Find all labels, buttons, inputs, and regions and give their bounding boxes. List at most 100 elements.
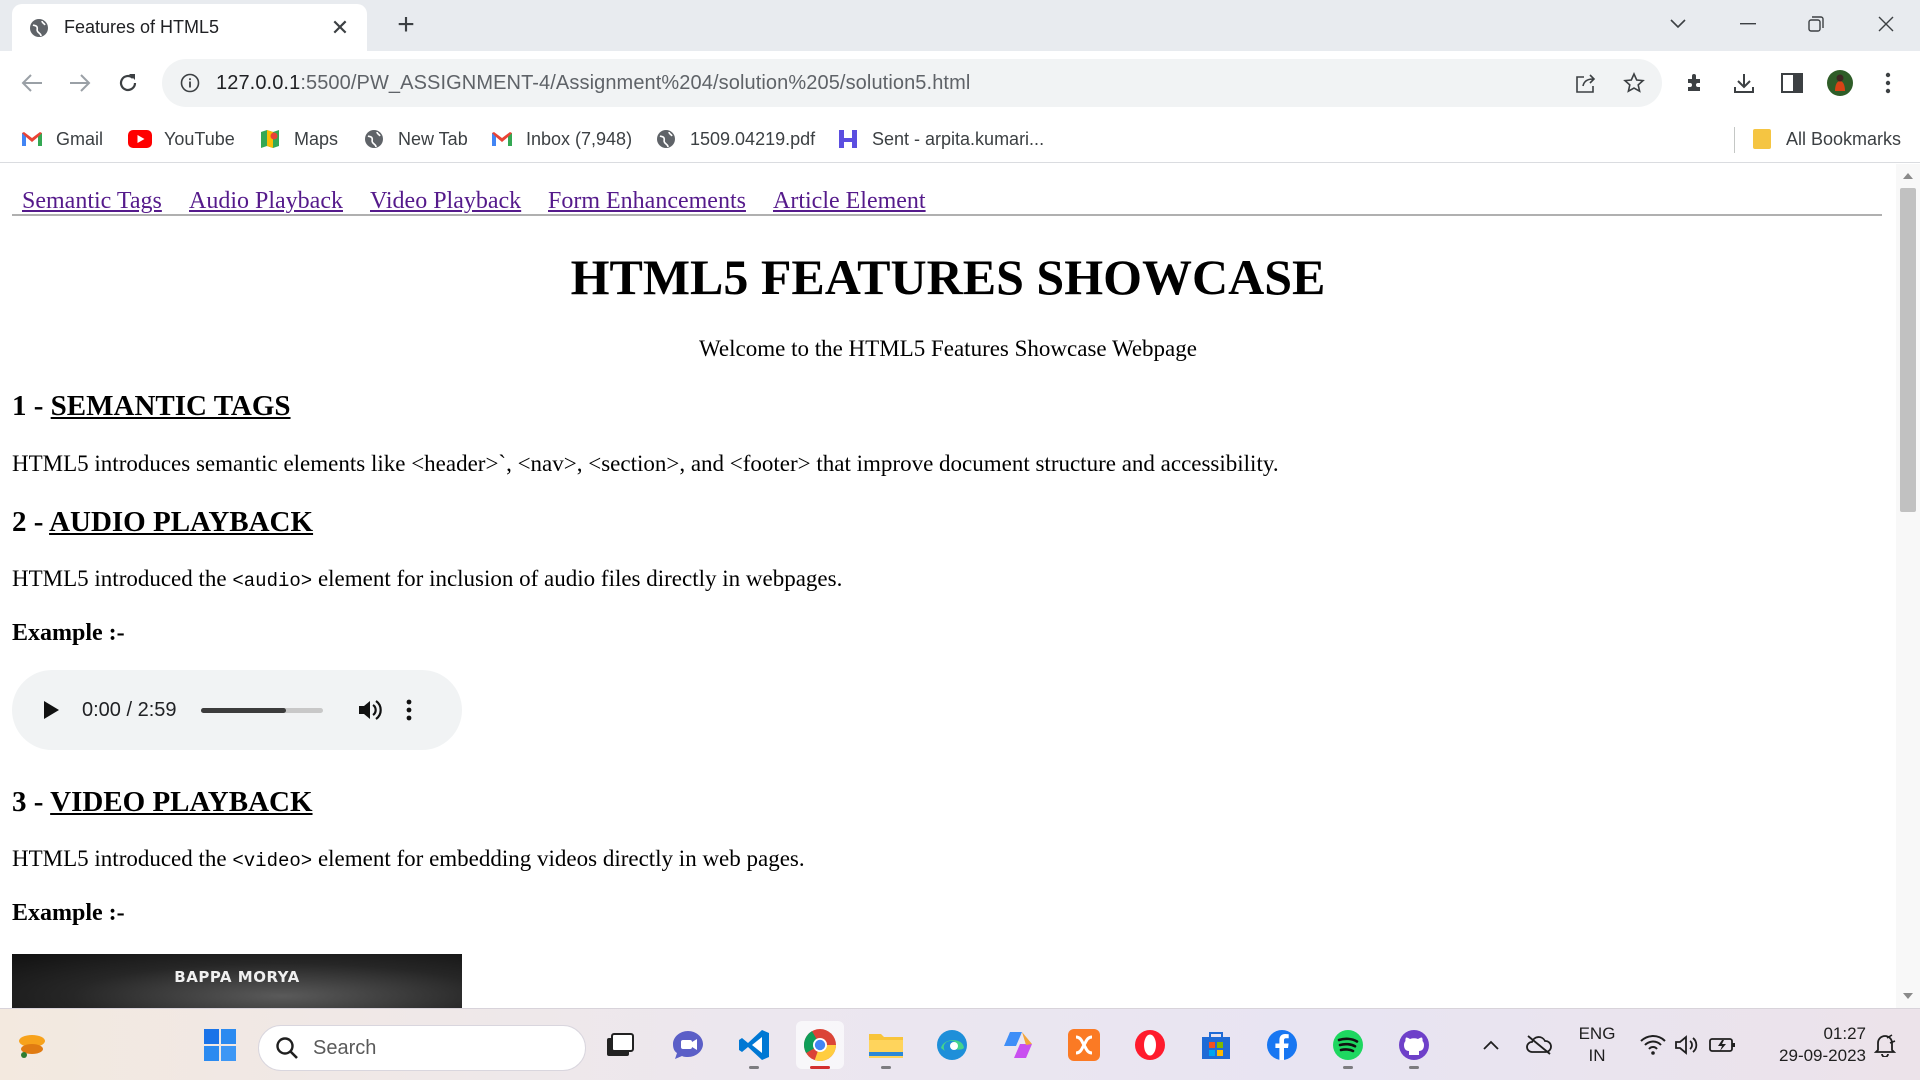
nav-link-article-element[interactable]: Article Element xyxy=(773,188,926,215)
input-language[interactable]: ENG IN xyxy=(1572,1023,1622,1067)
bookmark-sent[interactable]: Sent - arpita.kumari... xyxy=(836,123,1044,155)
tab-search-chevron-icon[interactable] xyxy=(1656,6,1700,42)
close-window-button[interactable] xyxy=(1864,6,1908,42)
restore-button[interactable] xyxy=(1794,6,1838,42)
section-text-audio-playback: HTML5 introduced the <audio> element for… xyxy=(12,566,843,592)
profile-avatar[interactable] xyxy=(1824,67,1856,99)
bookmark-gmail[interactable]: Gmail xyxy=(20,123,103,155)
speaker-icon[interactable] xyxy=(1672,1023,1702,1067)
start-button[interactable] xyxy=(196,1021,244,1069)
bookmark-pdf[interactable]: 1509.04219.pdf xyxy=(654,123,815,155)
globe-icon xyxy=(654,127,678,151)
volume-icon[interactable] xyxy=(357,696,385,724)
extensions-icon[interactable] xyxy=(1680,67,1712,99)
microsoft-store-icon[interactable] xyxy=(1192,1021,1240,1069)
bookmark-new-tab[interactable]: New Tab xyxy=(362,123,468,155)
page-title: HTML5 FEATURES SHOWCASE xyxy=(570,249,1326,305)
browser-tab-active[interactable]: Features of HTML5 ✕ xyxy=(12,4,367,51)
menu-dots-icon[interactable] xyxy=(1872,67,1904,99)
chat-app-icon[interactable] xyxy=(664,1021,712,1069)
bookmarks-separator xyxy=(1734,127,1735,153)
youtube-icon xyxy=(128,127,152,151)
xampp-icon[interactable] xyxy=(1060,1021,1108,1069)
scroll-down-icon[interactable] xyxy=(1902,990,1914,1002)
url-text: 127.0.0.1:5500/PW_ASSIGNMENT-4/Assignmen… xyxy=(216,71,971,94)
github-desktop-icon[interactable] xyxy=(1390,1021,1438,1069)
notifications-icon[interactable] xyxy=(1870,1023,1900,1067)
show-hidden-icons-chevron[interactable] xyxy=(1478,1023,1504,1067)
nav-link-video-playback[interactable]: Video Playback xyxy=(370,188,521,215)
battery-icon[interactable] xyxy=(1708,1023,1738,1067)
web-page: Semantic Tags Audio Playback Video Playb… xyxy=(0,164,1896,1008)
bookmark-inbox[interactable]: Inbox (7,948) xyxy=(490,123,632,155)
forward-button[interactable] xyxy=(62,65,98,101)
bookmarks-bar: Gmail YouTube Maps New Tab Inbox (7,948)… xyxy=(0,115,1920,163)
running-indicator xyxy=(881,1066,891,1069)
system-clock[interactable]: 01:27 29-09-2023 xyxy=(1756,1023,1866,1067)
running-indicator xyxy=(749,1066,759,1069)
minimize-button[interactable] xyxy=(1726,6,1770,42)
section-heading-video-playback: 3 - VIDEO PLAYBACK xyxy=(12,786,313,818)
new-tab-button[interactable]: + xyxy=(392,10,420,40)
section-text-video-playback: HTML5 introduced the <video> element for… xyxy=(12,846,805,872)
reload-button[interactable] xyxy=(110,65,146,101)
more-options-icon[interactable] xyxy=(403,696,415,724)
windows-taskbar: Search ENG IN 01:27 29-09-2023 xyxy=(0,1008,1920,1080)
file-explorer-icon[interactable] xyxy=(862,1021,910,1069)
taskbar-search[interactable]: Search xyxy=(258,1025,586,1071)
copilot-icon[interactable] xyxy=(994,1021,1042,1069)
section-text-semantic-tags: HTML5 introduces semantic elements like … xyxy=(12,451,1279,476)
spotify-icon[interactable] xyxy=(1324,1021,1372,1069)
bookmark-maps[interactable]: Maps xyxy=(258,123,338,155)
globe-icon xyxy=(28,17,50,39)
play-icon[interactable] xyxy=(42,699,64,721)
browser-toolbar: 127.0.0.1:5500/PW_ASSIGNMENT-4/Assignmen… xyxy=(0,51,1920,115)
audio-volume-fill xyxy=(200,707,286,713)
audio-volume-slider[interactable] xyxy=(200,707,323,713)
outlook-icon xyxy=(836,127,860,151)
page-scrollbar[interactable] xyxy=(1896,164,1920,1008)
widgets-icon[interactable] xyxy=(8,1021,56,1069)
bookmark-youtube[interactable]: YouTube xyxy=(128,123,235,155)
site-info-icon[interactable] xyxy=(178,71,202,95)
edge-icon[interactable] xyxy=(928,1021,976,1069)
downloads-icon[interactable] xyxy=(1728,67,1760,99)
browser-tab-strip: Features of HTML5 ✕ + xyxy=(0,0,1920,51)
example-label-audio: Example :- xyxy=(12,620,125,646)
back-button[interactable] xyxy=(14,65,50,101)
facebook-icon[interactable] xyxy=(1258,1021,1306,1069)
chrome-icon[interactable] xyxy=(796,1021,844,1069)
maps-icon xyxy=(258,127,282,151)
running-indicator xyxy=(1409,1066,1419,1069)
side-panel-icon[interactable] xyxy=(1776,67,1808,99)
all-bookmarks-button[interactable]: All Bookmarks xyxy=(1750,123,1901,155)
wifi-icon[interactable] xyxy=(1638,1023,1668,1067)
welcome-text: Welcome to the HTML5 Features Showcase W… xyxy=(699,336,1197,361)
nav-link-semantic-tags[interactable]: Semantic Tags xyxy=(22,188,162,215)
example-label-video: Example :- xyxy=(12,900,125,926)
scrollbar-thumb[interactable] xyxy=(1900,188,1916,512)
section-heading-audio-playback: 2 - AUDIO PLAYBACK xyxy=(12,506,314,538)
audio-player: 0:00 / 2:59 xyxy=(12,670,462,750)
nav-link-form-enhancements[interactable]: Form Enhancements xyxy=(548,188,746,215)
onedrive-offline-icon[interactable] xyxy=(1522,1023,1556,1067)
gmail-icon xyxy=(490,127,514,151)
opera-icon[interactable] xyxy=(1126,1021,1174,1069)
share-icon[interactable] xyxy=(1572,69,1600,97)
task-view-icon[interactable] xyxy=(596,1021,644,1069)
page-nav: Semantic Tags Audio Playback Video Playb… xyxy=(12,176,1882,216)
folder-icon xyxy=(1750,127,1774,151)
section-heading-semantic-tags: 1 - SEMANTIC TAGS xyxy=(12,390,291,422)
tab-title: Features of HTML5 xyxy=(64,17,220,37)
running-indicator xyxy=(1343,1066,1353,1069)
vscode-icon[interactable] xyxy=(730,1021,778,1069)
scroll-up-icon[interactable] xyxy=(1902,170,1914,182)
video-overlay-title: BAPPA MORYA xyxy=(174,968,300,986)
nav-link-audio-playback[interactable]: Audio Playback xyxy=(189,188,343,215)
running-indicator xyxy=(810,1066,830,1069)
address-bar[interactable]: 127.0.0.1:5500/PW_ASSIGNMENT-4/Assignmen… xyxy=(162,59,1662,107)
bookmark-star-icon[interactable] xyxy=(1620,69,1648,97)
video-player[interactable]: BAPPA MORYA xyxy=(12,954,462,1008)
tab-close-icon[interactable]: ✕ xyxy=(329,16,351,39)
search-icon xyxy=(275,1035,301,1061)
